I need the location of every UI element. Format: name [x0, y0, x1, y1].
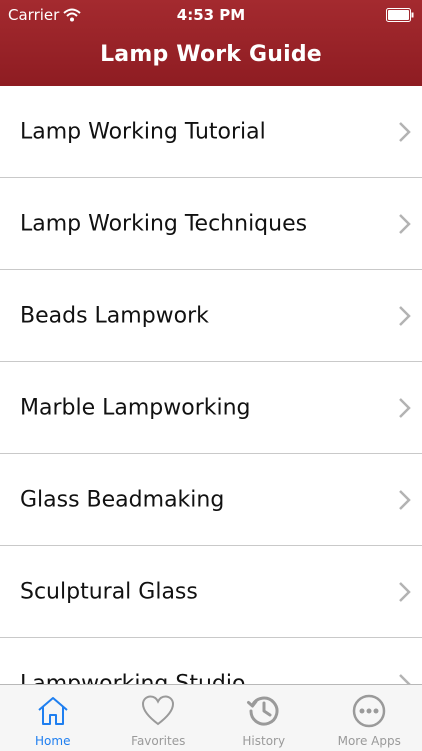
tab-bar: Home Favorites History More Apps	[0, 684, 422, 751]
more-icon	[351, 693, 387, 729]
tab-favorites[interactable]: Favorites	[106, 685, 212, 751]
tab-more-apps-label: More Apps	[317, 734, 422, 748]
chevron-right-icon	[398, 581, 412, 603]
home-icon	[35, 693, 71, 729]
chevron-right-icon	[398, 489, 412, 511]
list-item[interactable]: Beads Lampwork	[0, 270, 422, 362]
chevron-right-icon	[398, 397, 412, 419]
list-item-label: Marble Lampworking	[20, 395, 251, 420]
tab-home[interactable]: Home	[0, 685, 106, 751]
tab-more-apps[interactable]: More Apps	[317, 685, 422, 751]
status-time: 4:53 PM	[0, 6, 422, 24]
history-icon	[246, 693, 282, 729]
page-title: Lamp Work Guide	[0, 42, 422, 67]
chevron-right-icon	[398, 213, 412, 235]
navigation-header: Carrier 4:53 PM Lamp Work Guide	[0, 0, 422, 86]
status-bar: Carrier 4:53 PM	[0, 0, 422, 30]
topic-list: Lamp Working Tutorial Lamp Working Techn…	[0, 86, 422, 684]
list-item-label: Lampworking Studio	[20, 671, 245, 684]
battery-icon	[386, 8, 414, 22]
list-item[interactable]: Lampworking Studio	[0, 638, 422, 684]
list-item-label: Lamp Working Techniques	[20, 211, 307, 236]
list-item-label: Sculptural Glass	[20, 579, 198, 604]
chevron-right-icon	[398, 121, 412, 143]
chevron-right-icon	[398, 305, 412, 327]
list-item[interactable]: Glass Beadmaking	[0, 454, 422, 546]
list-item[interactable]: Sculptural Glass	[0, 546, 422, 638]
list-item[interactable]: Lamp Working Tutorial	[0, 86, 422, 178]
list-item[interactable]: Marble Lampworking	[0, 362, 422, 454]
heart-icon	[140, 693, 176, 729]
tab-home-label: Home	[0, 734, 106, 748]
list-item-label: Glass Beadmaking	[20, 487, 224, 512]
tab-favorites-label: Favorites	[106, 734, 212, 748]
tab-history[interactable]: History	[211, 685, 317, 751]
chevron-right-icon	[398, 673, 412, 685]
list-item-label: Lamp Working Tutorial	[20, 119, 266, 144]
list-item-label: Beads Lampwork	[20, 303, 209, 328]
tab-history-label: History	[211, 734, 317, 748]
list-item[interactable]: Lamp Working Techniques	[0, 178, 422, 270]
